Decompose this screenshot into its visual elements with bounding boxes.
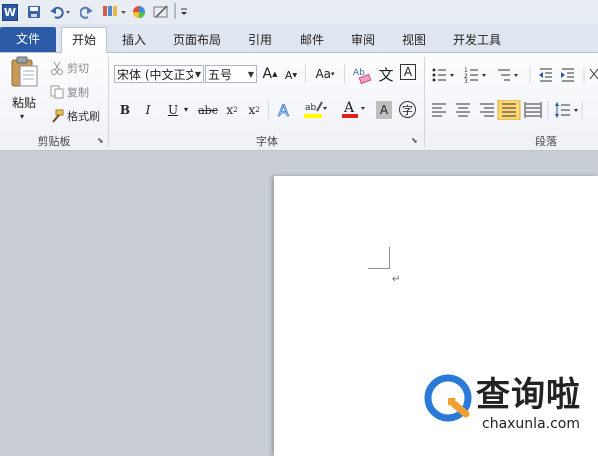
paragraph-group-label: 段落 xyxy=(535,135,557,148)
font-group-label: 字体 xyxy=(256,135,278,148)
font-divider xyxy=(268,101,269,119)
watermark-logo: 查询啦 chaxunla.com xyxy=(424,374,598,436)
undo-icon[interactable] xyxy=(47,3,73,21)
underline-dropdown-icon[interactable]: ▾ xyxy=(184,105,188,114)
subscript-button[interactable]: x2 xyxy=(224,102,240,118)
font-size-combo[interactable]: 五号 ▼ xyxy=(205,65,257,83)
enclose-characters-button[interactable]: 字 xyxy=(399,101,416,118)
chinese-layout-icon xyxy=(589,68,598,80)
save-icon[interactable] xyxy=(26,3,42,21)
tab-mailings[interactable]: 邮件 xyxy=(292,29,332,51)
bold-button[interactable]: B xyxy=(118,102,132,118)
tab-references[interactable]: 引用 xyxy=(240,29,280,51)
clear-format-button[interactable]: Ab xyxy=(352,63,372,85)
font-color-icon: A xyxy=(342,100,365,118)
paragraph-row1-icons: 123 xyxy=(432,67,598,84)
line-spacing-icon xyxy=(555,102,578,118)
italic-button[interactable]: I xyxy=(141,102,155,118)
word-app-icon[interactable]: W xyxy=(2,3,18,21)
watermark-url: chaxunla.com xyxy=(482,416,580,432)
superscript-button[interactable]: x2 xyxy=(246,102,262,118)
highlighter-icon: ab xyxy=(304,101,327,118)
format-painter-qat-icon[interactable] xyxy=(100,3,128,21)
shrink-font-button[interactable]: A ▼ xyxy=(283,67,299,83)
ribbon-tabs: 文件 开始 插入 页面布局 引用 邮件 审阅 视图 开发工具 xyxy=(0,24,598,53)
bullets-icon xyxy=(432,68,454,82)
watermark-name: 查询啦 xyxy=(476,375,581,415)
search-logo-icon xyxy=(424,374,472,422)
clear-formatting-icon: Ab xyxy=(353,68,372,84)
tab-insert[interactable]: 插入 xyxy=(115,29,153,51)
tab-page-layout[interactable]: 页面布局 xyxy=(166,29,228,51)
clipboard-dialog-launcher-icon[interactable]: ⬊ xyxy=(97,136,104,145)
group-divider xyxy=(108,57,109,147)
numbering-icon: 123 xyxy=(464,67,486,84)
customize-qat-icon[interactable] xyxy=(179,3,189,21)
cut-button[interactable]: 剪切 xyxy=(50,60,89,76)
quick-access-toolbar: W xyxy=(0,0,598,24)
tab-home[interactable]: 开始 xyxy=(61,27,107,53)
svg-text:A: A xyxy=(343,100,355,116)
copy-label: 复制 xyxy=(67,86,89,99)
tab-developer[interactable]: 开发工具 xyxy=(446,29,508,51)
align-left-icon xyxy=(432,103,446,117)
paintbrush-icon xyxy=(52,109,64,123)
format-painter-label: 格式刷 xyxy=(67,110,100,123)
highlight-button[interactable]: ab xyxy=(302,99,328,121)
tab-view[interactable]: 视图 xyxy=(394,29,434,51)
svg-text:3: 3 xyxy=(464,78,468,84)
font-divider xyxy=(305,65,306,83)
strikethrough-button[interactable]: abc xyxy=(196,102,220,118)
font-name-value: 宋体 (中文正文) xyxy=(117,68,193,82)
font-color-button[interactable]: A xyxy=(340,99,368,121)
paragraph-row2-icons xyxy=(432,100,583,120)
scissors-icon xyxy=(51,61,63,75)
font-size-value: 五号 xyxy=(208,68,233,82)
chevron-down-icon: ▼ xyxy=(194,70,201,79)
multilevel-list-icon xyxy=(498,69,518,81)
group-divider xyxy=(424,57,425,147)
svg-text:ab: ab xyxy=(305,103,317,113)
paste-dropdown-icon: ▾ xyxy=(20,112,25,121)
grow-font-button[interactable]: A ▲ xyxy=(262,65,278,83)
clipboard-icon xyxy=(11,56,38,87)
distributed-icon xyxy=(524,102,542,118)
character-border-button[interactable]: A xyxy=(400,64,416,80)
svg-text:A: A xyxy=(278,101,289,119)
align-center-icon xyxy=(456,103,470,117)
chevron-down-icon: ▼ xyxy=(247,70,254,79)
paste-button[interactable]: 粘贴 ▾ xyxy=(6,56,40,122)
text-effects-icon: A xyxy=(278,101,290,119)
increase-indent-icon xyxy=(561,68,574,82)
font-divider xyxy=(344,65,345,83)
font-dialog-launcher-icon[interactable]: ⬊ xyxy=(411,136,418,145)
margin-crop-mark xyxy=(389,247,390,269)
justify-icon xyxy=(497,100,521,120)
draw-table-icon[interactable] xyxy=(152,3,170,21)
clipboard-group-label: 剪贴板 xyxy=(37,135,71,148)
margin-crop-mark xyxy=(368,268,390,269)
copy-icon xyxy=(50,85,64,99)
phonetic-guide-button[interactable]: 文 xyxy=(376,63,396,85)
paste-label: 粘贴 xyxy=(12,96,37,110)
tab-review[interactable]: 审阅 xyxy=(343,29,383,51)
decrease-indent-icon xyxy=(539,68,552,82)
ribbon: 粘贴 ▾ 剪切 复制 格式刷 剪贴板 ⬊ 宋体 (中文正文) ▼ 五号 ▼ A▲… xyxy=(0,53,598,151)
align-right-icon xyxy=(480,103,494,117)
font-name-combo[interactable]: 宋体 (中文正文) ▼ xyxy=(114,65,204,83)
copy-button[interactable]: 复制 xyxy=(50,84,89,100)
redo-icon[interactable] xyxy=(79,3,95,21)
color-wheel-icon[interactable] xyxy=(131,3,147,21)
character-shading-button[interactable]: A xyxy=(376,101,392,119)
qat-divider xyxy=(174,3,176,19)
change-case-button[interactable]: Aa ▾ xyxy=(312,65,338,83)
paragraph-mark-icon: ↵ xyxy=(392,274,401,285)
text-effects-button[interactable]: A xyxy=(275,100,295,120)
underline-button[interactable]: U xyxy=(164,102,182,118)
tab-file[interactable]: 文件 xyxy=(0,27,56,52)
format-painter-button[interactable]: 格式刷 xyxy=(50,108,100,124)
cut-label: 剪切 xyxy=(67,62,89,75)
